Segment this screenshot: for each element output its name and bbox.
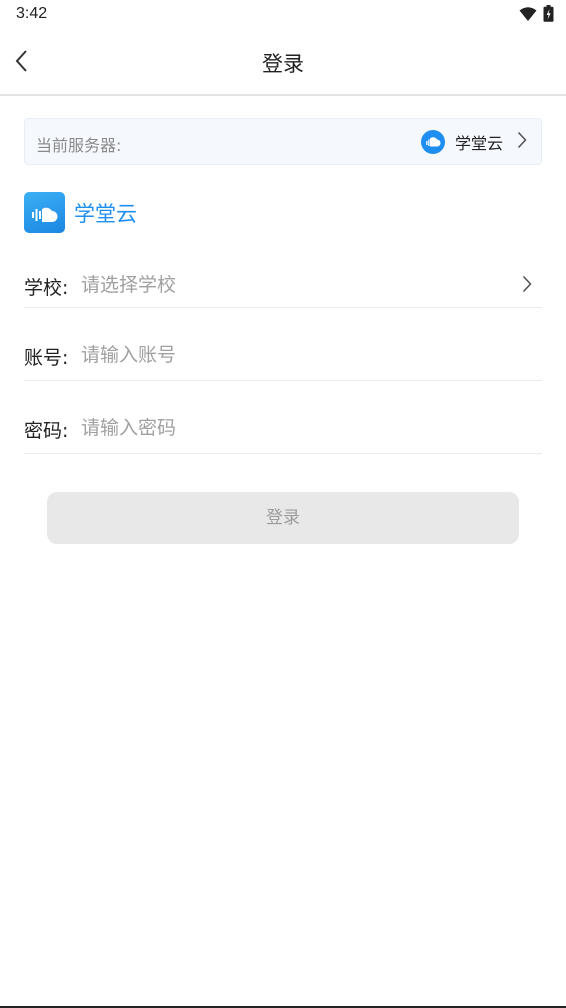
school-label: 学校: (24, 277, 69, 299)
server-current: 学堂云 (420, 130, 527, 154)
cloud-logo-icon (24, 192, 65, 233)
school-select[interactable] (81, 270, 511, 300)
account-input[interactable] (81, 340, 511, 370)
login-screen: 3:42 登录 当前服务器: 学堂云 学堂云 学校: 请选择学校 账号: 请输入… (0, 0, 566, 1008)
chevron-right-icon (522, 275, 532, 297)
status-bar: 3:42 (0, 0, 566, 28)
account-row: 账号: (24, 310, 542, 381)
cloud-logo-icon (420, 130, 445, 154)
header-bar: 登录 (0, 28, 566, 96)
brand: 学堂云 (24, 192, 137, 233)
password-row: 密码: (24, 384, 542, 454)
password-input[interactable] (81, 413, 511, 443)
battery-icon (543, 5, 554, 26)
brand-name: 学堂云 (74, 201, 137, 226)
school-row[interactable]: 学校: (24, 238, 542, 308)
chevron-right-icon (517, 131, 527, 153)
page-title: 登录 (262, 52, 304, 76)
server-selector[interactable]: 当前服务器: 学堂云 (24, 118, 542, 165)
login-button[interactable]: 登录 (47, 492, 519, 544)
status-time: 3:42 (16, 5, 48, 22)
password-label: 密码: (24, 420, 69, 442)
wifi-icon (519, 6, 537, 26)
account-label: 账号: (24, 347, 69, 369)
server-name: 学堂云 (454, 134, 503, 153)
server-label: 当前服务器: (36, 136, 122, 155)
status-icons (519, 5, 554, 26)
